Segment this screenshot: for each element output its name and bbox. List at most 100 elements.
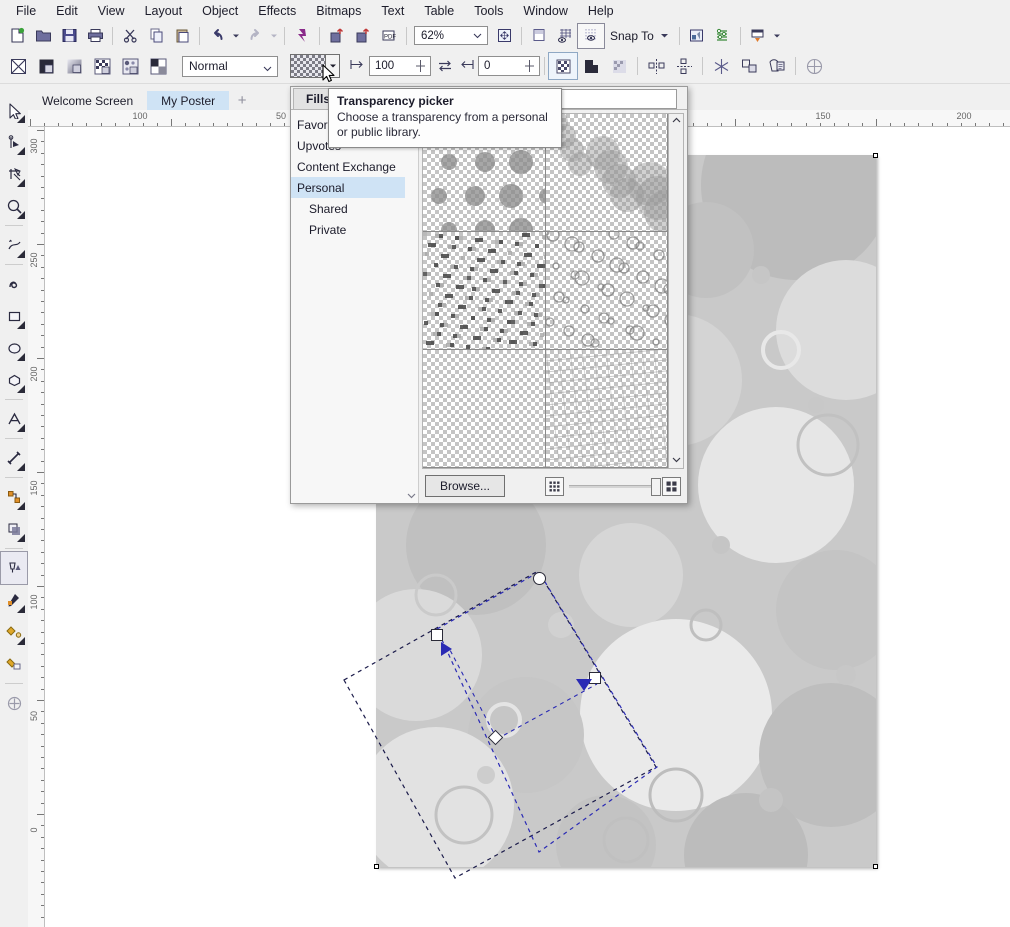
application-launcher-icon[interactable] — [745, 24, 771, 48]
zoom-tool-icon[interactable] — [1, 190, 27, 222]
checkerboard-swatch[interactable] — [290, 54, 326, 78]
vector-pattern-transparency-icon[interactable] — [88, 53, 116, 79]
thumbnail-plain-transparency-5[interactable] — [423, 350, 546, 468]
copy-icon[interactable] — [143, 24, 169, 48]
redo-icon[interactable] — [242, 24, 268, 48]
bitmap-pattern-transparency-icon[interactable] — [116, 53, 144, 79]
transparency-settings-icon[interactable] — [670, 53, 698, 79]
apply-to-fill-icon[interactable] — [577, 53, 605, 79]
page-handle-br[interactable] — [873, 864, 878, 869]
crop-tool-icon[interactable] — [1, 158, 27, 190]
menu-item-file[interactable]: File — [6, 2, 46, 20]
chevron-up-icon[interactable] — [672, 116, 681, 127]
uniform-transparency-icon[interactable] — [32, 53, 60, 79]
ellipse-tool-icon[interactable] — [1, 332, 27, 364]
flyout-arrow-icon[interactable] — [17, 502, 25, 510]
flyout-arrow-icon[interactable] — [17, 605, 25, 613]
picker-category-personal[interactable]: Personal — [291, 177, 418, 198]
page-handle-bl[interactable] — [374, 864, 379, 869]
polygon-tool-icon[interactable] — [1, 364, 27, 396]
flyout-arrow-icon[interactable] — [17, 115, 25, 123]
merge-mode-combo[interactable]: Normal — [182, 56, 278, 77]
menu-item-window[interactable]: Window — [513, 2, 577, 20]
category-scrollbar[interactable] — [405, 110, 418, 503]
object-manager-icon[interactable] — [710, 24, 736, 48]
thumbnail-size-slider[interactable] — [569, 485, 657, 488]
thumbnail-bubbles-transparency-4[interactable] — [546, 232, 669, 350]
swap-arrows-icon[interactable] — [431, 53, 459, 79]
undo-icon[interactable] — [204, 24, 230, 48]
dimension-tool-icon[interactable] — [1, 442, 27, 474]
thumbnail-scrollbar[interactable] — [669, 113, 684, 469]
edit-transparency-icon[interactable] — [642, 53, 670, 79]
menu-item-view[interactable]: View — [88, 2, 135, 20]
publish-pdf-icon[interactable]: PDF — [376, 24, 402, 48]
zoom-level-combo[interactable]: 62% — [414, 26, 488, 45]
apply-to-all-icon[interactable] — [549, 53, 577, 79]
grid-eye-icon[interactable] — [552, 24, 578, 48]
fountain-transparency-icon[interactable] — [60, 53, 88, 79]
picker-category-shared[interactable]: Shared — [291, 198, 418, 219]
no-transparency-icon[interactable] — [4, 53, 32, 79]
start-transparency-input[interactable]: 100 — [369, 56, 431, 76]
drop-shadow-tool-icon[interactable] — [1, 513, 27, 545]
cut-scissors-icon[interactable] — [117, 24, 143, 48]
menu-item-table[interactable]: Table — [414, 2, 464, 20]
flyout-arrow-icon[interactable] — [17, 353, 25, 361]
artistic-media-tool-icon[interactable] — [1, 268, 27, 300]
snap-guides-icon[interactable] — [578, 24, 604, 48]
skew-handle-left[interactable] — [441, 642, 452, 656]
transparency-tool-icon[interactable] — [1, 552, 27, 584]
import-zigzag-icon[interactable] — [289, 24, 315, 48]
spinner-icon[interactable] — [524, 59, 535, 76]
flyout-arrow-icon[interactable] — [17, 321, 25, 329]
wrap-text-icon[interactable] — [763, 53, 791, 79]
menu-item-tools[interactable]: Tools — [464, 2, 513, 20]
text-tool-icon[interactable] — [1, 403, 27, 435]
add-tool-icon[interactable] — [1, 687, 27, 719]
large-thumbnails-icon[interactable] — [662, 477, 681, 496]
flyout-arrow-icon[interactable] — [17, 250, 25, 258]
flyout-arrow-icon[interactable] — [17, 147, 25, 155]
flyout-arrow-icon[interactable] — [17, 211, 25, 219]
flyout-arrow-icon[interactable] — [17, 424, 25, 432]
open-folder-icon[interactable] — [30, 24, 56, 48]
document-tab-welcome-screen[interactable]: Welcome Screen — [28, 91, 147, 110]
thumbnail-mesh-transparency-6[interactable] — [546, 350, 669, 468]
freeze-transparency-icon[interactable] — [707, 53, 735, 79]
rotate-handle[interactable] — [533, 572, 546, 585]
browse-button[interactable]: Browse... — [425, 475, 505, 497]
document-options-icon[interactable] — [684, 24, 710, 48]
print-icon[interactable] — [82, 24, 108, 48]
menu-item-bitmaps[interactable]: Bitmaps — [306, 2, 371, 20]
copy-transparency-icon[interactable] — [735, 53, 763, 79]
spinner-icon[interactable] — [415, 59, 426, 76]
end-transparency-input[interactable]: 0 — [478, 56, 540, 76]
flyout-arrow-icon[interactable] — [17, 385, 25, 393]
import-icon[interactable] — [324, 24, 350, 48]
undo-dropdown-icon[interactable] — [230, 24, 242, 48]
rectangle-tool-icon[interactable] — [1, 300, 27, 332]
apply-to-outline-icon[interactable] — [605, 53, 633, 79]
menu-item-object[interactable]: Object — [192, 2, 248, 20]
freehand-tool-icon[interactable] — [1, 229, 27, 261]
pick-tool-icon[interactable] — [1, 94, 27, 126]
paste-icon[interactable] — [169, 24, 195, 48]
menu-item-layout[interactable]: Layout — [135, 2, 193, 20]
zoom-to-fit-icon[interactable] — [491, 24, 517, 48]
thumbnail-noise-transparency-3[interactable] — [423, 232, 546, 350]
document-tab-my-poster[interactable]: My Poster — [147, 91, 229, 110]
shape-tool-icon[interactable] — [1, 126, 27, 158]
guides-eye-icon[interactable] — [526, 24, 552, 48]
menu-item-help[interactable]: Help — [578, 2, 624, 20]
connector-tool-icon[interactable] — [1, 481, 27, 513]
export-icon[interactable] — [350, 24, 376, 48]
picker-category-private[interactable]: Private — [291, 219, 418, 240]
menu-item-edit[interactable]: Edit — [46, 2, 88, 20]
clear-transparency-icon[interactable] — [800, 53, 828, 79]
thumbnail-cloud-transparency-2[interactable] — [546, 114, 669, 232]
smart-fill-tool-icon[interactable] — [1, 648, 27, 680]
tile-size-handle-vertical[interactable] — [431, 629, 443, 641]
chevron-down-icon[interactable] — [672, 455, 681, 466]
page-handle-tr[interactable] — [873, 153, 878, 158]
